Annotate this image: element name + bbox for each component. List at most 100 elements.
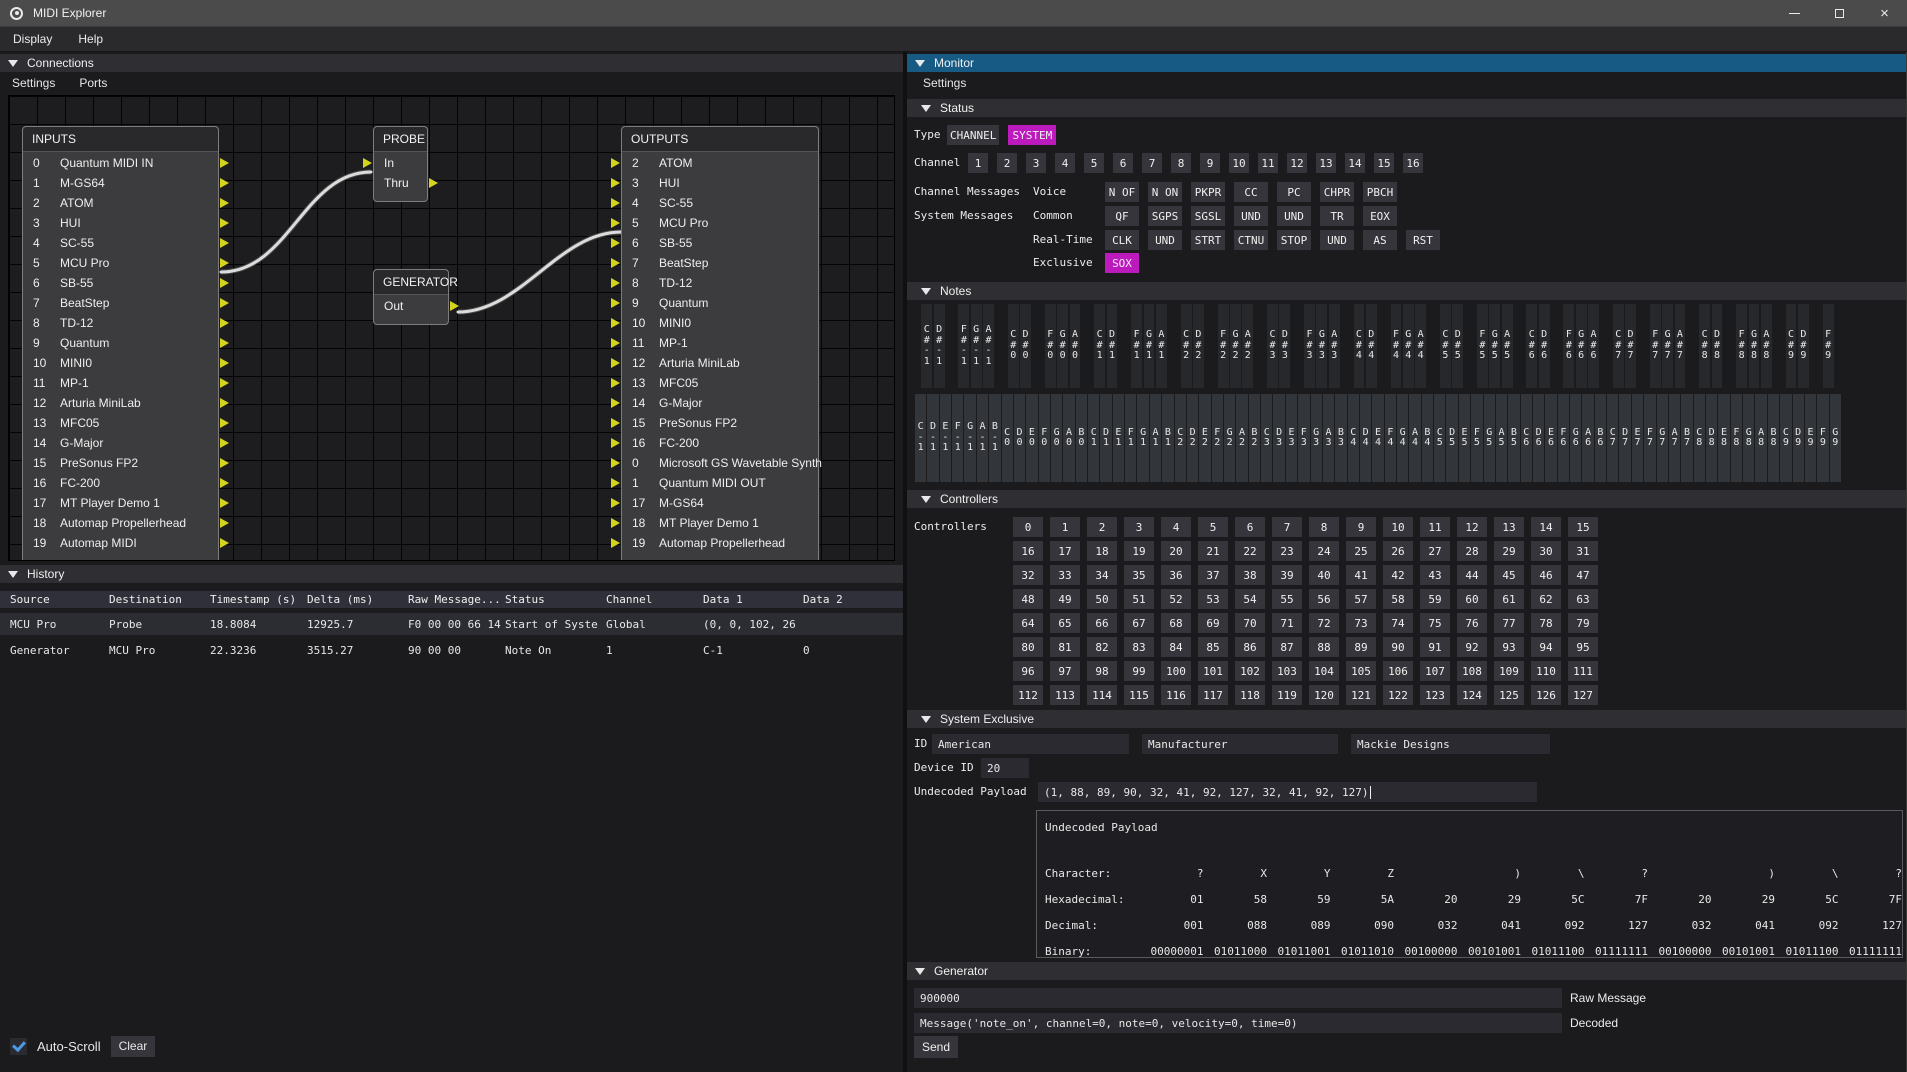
controller-58[interactable]: 58 bbox=[1383, 589, 1413, 609]
controller-38[interactable]: 38 bbox=[1235, 565, 1265, 585]
white-key-e7[interactable]: E 7 bbox=[1632, 394, 1643, 482]
controller-30[interactable]: 30 bbox=[1531, 541, 1561, 561]
black-key-as0[interactable]: A # 0 bbox=[1070, 304, 1081, 388]
white-key-e2[interactable]: E 2 bbox=[1199, 394, 1210, 482]
black-key-as2[interactable]: A # 2 bbox=[1242, 304, 1253, 388]
controller-69[interactable]: 69 bbox=[1198, 613, 1228, 633]
controller-126[interactable]: 126 bbox=[1531, 685, 1561, 705]
btn-und[interactable]: UND bbox=[1277, 206, 1311, 226]
controller-43[interactable]: 43 bbox=[1420, 565, 1450, 585]
sysex-id-field[interactable]: American bbox=[932, 734, 1129, 754]
white-key-d1[interactable]: D 1 bbox=[1100, 394, 1111, 482]
generator-header[interactable]: Generator bbox=[907, 962, 1906, 980]
controller-102[interactable]: 102 bbox=[1235, 661, 1265, 681]
black-key-fs3[interactable]: F # 3 bbox=[1304, 304, 1315, 388]
black-key-as-1[interactable]: A # - 1 bbox=[983, 304, 994, 388]
controller-15[interactable]: 15 bbox=[1568, 517, 1598, 537]
white-key-d0[interactable]: D 0 bbox=[1014, 394, 1025, 482]
btn-pbch[interactable]: PBCH bbox=[1363, 182, 1397, 202]
controller-78[interactable]: 78 bbox=[1531, 613, 1561, 633]
white-key-f8[interactable]: F 8 bbox=[1731, 394, 1742, 482]
white-key-c6[interactable]: C 6 bbox=[1521, 394, 1532, 482]
white-key-c4[interactable]: C 4 bbox=[1348, 394, 1359, 482]
controller-91[interactable]: 91 bbox=[1420, 637, 1450, 657]
controller-12[interactable]: 12 bbox=[1457, 517, 1487, 537]
controller-125[interactable]: 125 bbox=[1494, 685, 1524, 705]
title-bar[interactable]: MIDI Explorer × bbox=[0, 0, 1907, 27]
controller-73[interactable]: 73 bbox=[1346, 613, 1376, 633]
white-key-d-1[interactable]: D - 1 bbox=[927, 394, 938, 482]
port-pin-icon[interactable] bbox=[611, 238, 620, 248]
controller-97[interactable]: 97 bbox=[1050, 661, 1080, 681]
white-key-d8[interactable]: D 8 bbox=[1706, 394, 1717, 482]
btn-und[interactable]: UND bbox=[1148, 230, 1182, 250]
controller-13[interactable]: 13 bbox=[1494, 517, 1524, 537]
controller-121[interactable]: 121 bbox=[1346, 685, 1376, 705]
port-pin-icon[interactable] bbox=[611, 318, 620, 328]
controller-57[interactable]: 57 bbox=[1346, 589, 1376, 609]
port-pin-icon[interactable] bbox=[220, 378, 229, 388]
white-key-g3[interactable]: G 3 bbox=[1311, 394, 1322, 482]
controller-51[interactable]: 51 bbox=[1124, 589, 1154, 609]
raw-message-field[interactable]: 900000 bbox=[914, 988, 1562, 1008]
controller-24[interactable]: 24 bbox=[1309, 541, 1339, 561]
inputs-node-title[interactable]: INPUTS bbox=[23, 127, 218, 152]
white-key-d6[interactable]: D 6 bbox=[1533, 394, 1544, 482]
white-key-g0[interactable]: G 0 bbox=[1051, 394, 1062, 482]
clear-button[interactable]: Clear bbox=[111, 1036, 156, 1057]
white-key-a-1[interactable]: A - 1 bbox=[977, 394, 988, 482]
controller-75[interactable]: 75 bbox=[1420, 613, 1450, 633]
btn-pkpr[interactable]: PKPR bbox=[1191, 182, 1225, 202]
controller-40[interactable]: 40 bbox=[1309, 565, 1339, 585]
auto-scroll-checkbox[interactable] bbox=[10, 1038, 27, 1055]
send-button[interactable]: Send bbox=[914, 1036, 958, 1058]
black-key-ds4[interactable]: D # 4 bbox=[1366, 304, 1377, 388]
black-key-fs2[interactable]: F # 2 bbox=[1218, 304, 1229, 388]
black-key-fs4[interactable]: F # 4 bbox=[1391, 304, 1402, 388]
port-pin-icon[interactable] bbox=[220, 158, 229, 168]
controller-82[interactable]: 82 bbox=[1087, 637, 1117, 657]
history-header[interactable]: History bbox=[0, 565, 903, 583]
black-key-ds6[interactable]: D # 6 bbox=[1539, 304, 1550, 388]
port-pin-icon[interactable] bbox=[611, 458, 620, 468]
black-key-fs8[interactable]: F # 8 bbox=[1736, 304, 1747, 388]
controller-35[interactable]: 35 bbox=[1124, 565, 1154, 585]
controller-45[interactable]: 45 bbox=[1494, 565, 1524, 585]
white-key-e4[interactable]: E 4 bbox=[1372, 394, 1383, 482]
btn-11[interactable]: 11 bbox=[1258, 153, 1278, 173]
controller-1[interactable]: 1 bbox=[1050, 517, 1080, 537]
controller-53[interactable]: 53 bbox=[1198, 589, 1228, 609]
black-key-cs8[interactable]: C # 8 bbox=[1699, 304, 1710, 388]
white-key-b4[interactable]: B 4 bbox=[1422, 394, 1433, 482]
port-pin-icon[interactable] bbox=[220, 438, 229, 448]
controller-93[interactable]: 93 bbox=[1494, 637, 1524, 657]
controller-2[interactable]: 2 bbox=[1087, 517, 1117, 537]
inputs-node[interactable]: INPUTS 0Quantum MIDI IN1M-GS642ATOM3HUI4… bbox=[22, 126, 219, 561]
btn-12[interactable]: 12 bbox=[1287, 153, 1307, 173]
btn-pc[interactable]: PC bbox=[1277, 182, 1311, 202]
black-key-fs7[interactable]: F # 7 bbox=[1650, 304, 1661, 388]
white-key-e5[interactable]: E 5 bbox=[1459, 394, 1470, 482]
controller-109[interactable]: 109 bbox=[1494, 661, 1524, 681]
black-key-as6[interactable]: A # 6 bbox=[1588, 304, 1599, 388]
port-pin-icon[interactable] bbox=[611, 438, 620, 448]
black-key-gs8[interactable]: G # 8 bbox=[1749, 304, 1760, 388]
notes-header[interactable]: Notes bbox=[907, 282, 1906, 300]
btn-clk[interactable]: CLK bbox=[1105, 230, 1139, 250]
btn-7[interactable]: 7 bbox=[1142, 153, 1162, 173]
history-row[interactable]: MCU ProProbe18.808412925.7F0 00 00 66 14… bbox=[0, 613, 903, 635]
white-key-b-1[interactable]: B - 1 bbox=[989, 394, 1000, 482]
black-key-fs6[interactable]: F # 6 bbox=[1563, 304, 1574, 388]
black-key-cs0[interactable]: C # 0 bbox=[1008, 304, 1019, 388]
btn-chpr[interactable]: CHPR bbox=[1320, 182, 1354, 202]
btn-as[interactable]: AS bbox=[1363, 230, 1397, 250]
black-key-as7[interactable]: A # 7 bbox=[1675, 304, 1686, 388]
port-pin-icon[interactable] bbox=[611, 518, 620, 528]
white-key-f0[interactable]: F 0 bbox=[1039, 394, 1050, 482]
black-key-gs-1[interactable]: G # - 1 bbox=[971, 304, 982, 388]
controller-6[interactable]: 6 bbox=[1235, 517, 1265, 537]
controller-100[interactable]: 100 bbox=[1161, 661, 1191, 681]
controller-113[interactable]: 113 bbox=[1050, 685, 1080, 705]
controller-81[interactable]: 81 bbox=[1050, 637, 1080, 657]
controller-14[interactable]: 14 bbox=[1531, 517, 1561, 537]
